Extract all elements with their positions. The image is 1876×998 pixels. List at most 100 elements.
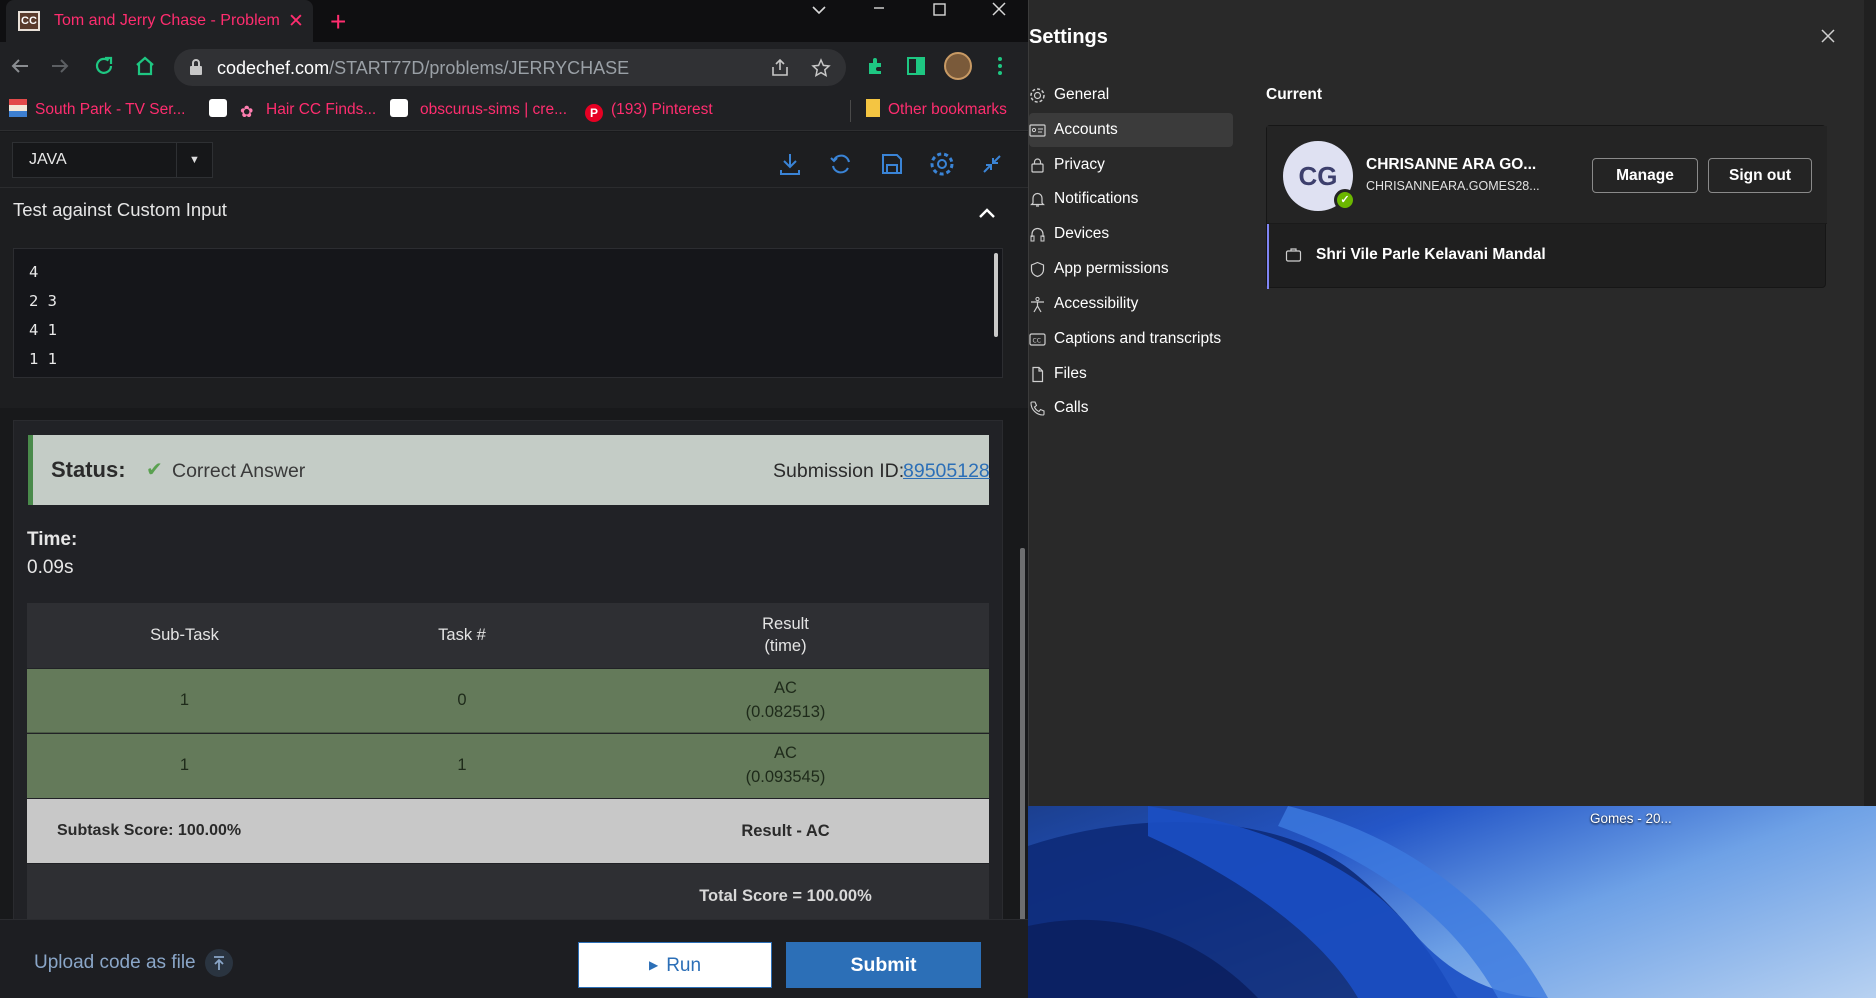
settings-dialog: Settings General Accounts Privacy Notifi… [1028,0,1864,806]
cell-subtask: 1 [179,756,190,774]
col-header-task: Task # [438,626,486,644]
page-scrollbar[interactable] [1020,548,1025,930]
settings-nav-calls[interactable]: Calls [1029,391,1233,425]
tab-search-icon[interactable] [790,2,848,44]
bell-icon [1030,192,1045,207]
maximize-icon[interactable] [910,2,968,44]
submit-button[interactable]: Submit [786,942,981,988]
chevron-up-icon[interactable] [976,202,998,224]
sign-out-button[interactable]: Sign out [1708,158,1812,193]
desktop-file-label[interactable]: Gomes - 20... [1590,811,1672,826]
organization-row[interactable]: Shri Vile Parle Kelavani Mandal [1267,224,1827,289]
bookmark-obscurus[interactable]: obscurus-sims | cre... [420,99,567,121]
other-bookmarks[interactable]: Other bookmarks [866,99,1007,121]
settings-nav-general[interactable]: General [1029,78,1233,112]
submission-label: Submission ID: [773,460,905,482]
bookmark-hair-cc[interactable]: ✿ Hair CC Finds... [240,99,376,121]
minimize-icon[interactable] [850,4,908,46]
reload-icon[interactable] [92,54,116,78]
gear-icon [1030,88,1045,103]
menu-kebab-icon[interactable] [988,54,1012,78]
avatar: CG ✓ [1283,141,1356,211]
settings-title: Settings [1029,26,1108,48]
tab-title: Tom and Jerry Chase - Problems [54,12,279,29]
address-bar[interactable]: codechef.com/START77D/problems/JERRYCHAS… [174,49,846,86]
bookmark-patreon-2[interactable] [390,99,416,121]
upload-icon[interactable] [205,949,233,977]
check-icon: ✔ [146,459,163,481]
bloom-wallpaper-shape [1028,806,1548,998]
bookmark-star-icon[interactable] [811,58,831,78]
download-icon[interactable] [776,150,804,178]
status-available-icon: ✓ [1334,189,1356,211]
settings-nav-app-permissions[interactable]: App permissions [1029,252,1233,286]
time-label: Time: [27,529,78,550]
cell-result: AC [774,744,797,762]
side-panel-icon[interactable] [904,54,928,78]
language-select[interactable]: JAVA ▼ [12,142,213,178]
svg-text:CC: CC [1033,338,1041,345]
account-email: CHRISANNEARA.GOMES28... [1366,179,1540,193]
input-line: 4 1 [29,321,57,339]
account-row: CG ✓ CHRISANNE ARA GO... CHRISANNEARA.GO… [1267,126,1827,224]
profile-avatar[interactable] [944,52,972,80]
subtask-score: Subtask Score: 100.00% [57,822,242,839]
cell-result: AC [774,679,797,697]
bookmark-south-park[interactable]: South Park - TV Ser... [9,99,185,121]
close-window-icon[interactable] [970,2,1028,44]
desktop-wallpaper: Gomes - 20... [1028,806,1876,998]
cell-task: 0 [457,691,467,709]
home-icon[interactable] [133,54,157,78]
col-header-result-sub: (time) [764,637,807,655]
shield-icon [1030,261,1045,278]
settings-nav-files[interactable]: Files [1029,357,1233,391]
settings-nav-accessibility[interactable]: Accessibility [1029,287,1233,321]
input-line: 4 [29,263,39,281]
browser-toolbar: codechef.com/START77D/problems/JERRYCHAS… [0,42,1028,90]
lock-icon [190,59,202,75]
status-label: Status: [51,457,126,482]
bookmark-patreon-1[interactable] [209,99,235,121]
settings-gear-icon[interactable] [928,150,956,178]
url-text: codechef.com/START77D/problems/JERRYCHAS… [217,58,630,78]
back-icon[interactable] [8,54,32,78]
col-header-subtask: Sub-Task [150,626,219,644]
account-card: CG ✓ CHRISANNE ARA GO... CHRISANNEARA.GO… [1266,125,1827,289]
folder-icon [866,99,880,117]
close-icon[interactable] [1818,26,1838,46]
codechef-favicon-icon: CC [18,11,40,31]
share-icon[interactable] [770,58,790,78]
cell-subtask: 1 [179,691,190,709]
tab-close-icon[interactable]: ✕ [288,10,304,33]
collapse-icon[interactable] [978,150,1006,178]
custom-input-section: Test against Custom Input 4 2 3 4 1 1 1 [0,188,1028,408]
reset-code-icon[interactable] [827,150,855,178]
upload-code-link[interactable]: Upload code as file [34,952,196,974]
total-score: Total Score = 100.00% [699,887,872,905]
settings-nav-accounts[interactable]: Accounts [1029,113,1233,147]
forward-icon[interactable] [48,54,72,78]
result-panel: Status: ✔ Correct Answer Submission ID: … [13,420,1003,930]
time-value: 0.09s [27,557,74,578]
accessibility-icon [1031,296,1044,313]
extensions-icon[interactable] [864,54,888,78]
input-line: 2 3 [29,292,57,310]
settings-nav-privacy[interactable]: Privacy [1029,148,1233,182]
textarea-scrollbar[interactable] [994,253,998,337]
settings-nav-notifications[interactable]: Notifications [1029,182,1233,216]
custom-input-textarea[interactable]: 4 2 3 4 1 1 1 [13,248,1003,378]
browser-tab[interactable]: CC Tom and Jerry Chase - Problems ✕ [6,0,313,42]
settings-nav-devices[interactable]: Devices [1029,217,1233,251]
run-button[interactable]: ▶ Run [578,942,772,988]
input-line: 1 1 [29,350,57,368]
submission-id-link[interactable]: 89505128 [903,460,990,483]
manage-button[interactable]: Manage [1592,158,1698,193]
settings-nav-captions[interactable]: CC Captions and transcripts [1029,322,1233,356]
save-icon[interactable] [878,150,906,178]
new-tab-icon[interactable]: + [330,6,346,38]
briefcase-icon [1285,248,1302,262]
bookmark-pinterest[interactable]: P (193) Pinterest [585,99,713,122]
organization-name: Shri Vile Parle Kelavani Mandal [1316,246,1546,263]
status-banner: Status: ✔ Correct Answer Submission ID: … [28,435,990,505]
play-icon: ▶ [648,958,659,972]
